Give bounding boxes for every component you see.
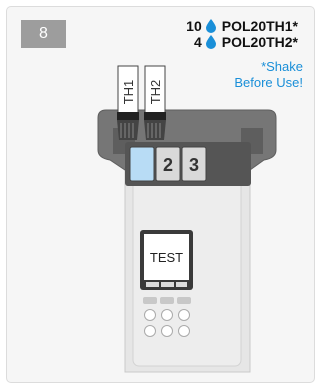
display-softkey-1: [146, 282, 159, 287]
photometer-illustration: 2 3 TH1 TH2 TEST: [97, 65, 277, 373]
key-t1: [143, 297, 157, 304]
key-t3: [177, 297, 191, 304]
key-power: [178, 325, 190, 337]
tube-th1-label: TH1: [121, 80, 136, 105]
display-softkey-2: [161, 282, 174, 287]
display-softkey-3: [176, 282, 187, 287]
display-text: TEST: [150, 250, 183, 265]
key-test: [161, 309, 173, 321]
key-timer: [178, 309, 190, 321]
key-zero: [144, 309, 156, 321]
cell-2-label: 2: [163, 155, 173, 175]
key-t2: [160, 297, 174, 304]
tube-th2: TH2: [144, 65, 166, 140]
key-menu: [144, 325, 156, 337]
tube-th2-label: TH2: [148, 80, 163, 105]
cell-1: [129, 146, 155, 182]
key-light: [161, 325, 173, 337]
cell-3-label: 3: [189, 155, 199, 175]
tube-th1: TH1: [117, 65, 139, 140]
